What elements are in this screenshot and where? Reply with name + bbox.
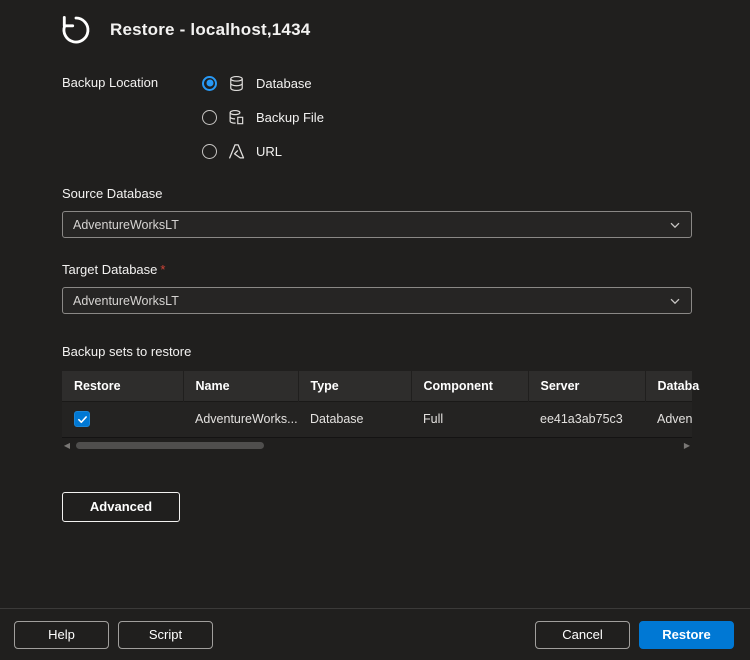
source-database-section: Source Database AdventureWorksLT <box>62 186 692 238</box>
backup-location-radio-group: Database Backup File <box>202 72 324 162</box>
restore-button[interactable]: Restore <box>639 621 734 649</box>
target-database-dropdown[interactable]: AdventureWorksLT <box>62 287 692 314</box>
chevron-down-icon <box>669 219 681 231</box>
scrollbar-thumb[interactable] <box>76 442 264 449</box>
database-icon <box>228 75 245 92</box>
radio-label-backup-file: Backup File <box>256 110 324 125</box>
radio-button-url[interactable] <box>202 144 217 159</box>
radio-label-database: Database <box>256 76 312 91</box>
horizontal-scrollbar[interactable]: ◀ ▶ <box>62 440 692 452</box>
source-database-label: Source Database <box>62 186 692 201</box>
target-database-value: AdventureWorksLT <box>73 294 179 308</box>
backup-sets-section: Backup sets to restore Restore Name Type… <box>62 344 692 522</box>
cell-database: Adventu... <box>645 401 692 437</box>
column-header-name[interactable]: Name <box>183 371 298 401</box>
cancel-button[interactable]: Cancel <box>535 621 630 649</box>
restore-icon <box>58 12 94 48</box>
cell-name: AdventureWorks... <box>183 401 298 437</box>
chevron-down-icon <box>669 295 681 307</box>
cell-type: Database <box>298 401 411 437</box>
radio-option-database[interactable]: Database <box>202 72 324 94</box>
column-header-restore[interactable]: Restore <box>62 371 183 401</box>
scroll-left-arrow[interactable]: ◀ <box>62 440 72 452</box>
radio-label-url: URL <box>256 144 282 159</box>
dialog-footer: Help Script Cancel Restore <box>0 608 750 660</box>
backup-location-label: Backup Location <box>62 72 202 162</box>
url-azure-icon <box>228 143 245 160</box>
column-header-type[interactable]: Type <box>298 371 411 401</box>
column-header-component[interactable]: Component <box>411 371 528 401</box>
table-row[interactable]: AdventureWorks... Database Full ee41a3ab… <box>62 401 692 437</box>
required-asterisk: * <box>160 262 165 277</box>
cell-restore <box>62 401 183 437</box>
scroll-right-arrow[interactable]: ▶ <box>682 440 692 452</box>
source-database-value: AdventureWorksLT <box>73 218 179 232</box>
radio-option-url[interactable]: URL <box>202 140 324 162</box>
backup-file-icon <box>228 109 245 126</box>
cell-server: ee41a3ab75c3 <box>528 401 645 437</box>
script-button[interactable]: Script <box>118 621 213 649</box>
source-database-dropdown[interactable]: AdventureWorksLT <box>62 211 692 238</box>
advanced-button[interactable]: Advanced <box>62 492 180 522</box>
help-button[interactable]: Help <box>14 621 109 649</box>
restore-checkbox[interactable] <box>74 411 90 427</box>
table-header-row: Restore Name Type Component Server Datab… <box>62 371 692 401</box>
backup-sets-table: Restore Name Type Component Server Datab… <box>62 371 692 452</box>
cell-component: Full <box>411 401 528 437</box>
radio-button-database[interactable] <box>202 76 217 91</box>
column-header-database[interactable]: Databa <box>645 371 692 401</box>
column-header-server[interactable]: Server <box>528 371 645 401</box>
backup-sets-label: Backup sets to restore <box>62 344 692 359</box>
radio-option-backup-file[interactable]: Backup File <box>202 106 324 128</box>
target-database-section: Target Database* AdventureWorksLT <box>62 262 692 314</box>
scrollbar-track[interactable] <box>72 442 682 449</box>
dialog-title: Restore - localhost,1434 <box>110 20 310 40</box>
backup-location-row: Backup Location Database <box>62 72 692 162</box>
radio-button-backup-file[interactable] <box>202 110 217 125</box>
target-database-label: Target Database* <box>62 262 692 277</box>
dialog-header: Restore - localhost,1434 <box>0 0 750 48</box>
